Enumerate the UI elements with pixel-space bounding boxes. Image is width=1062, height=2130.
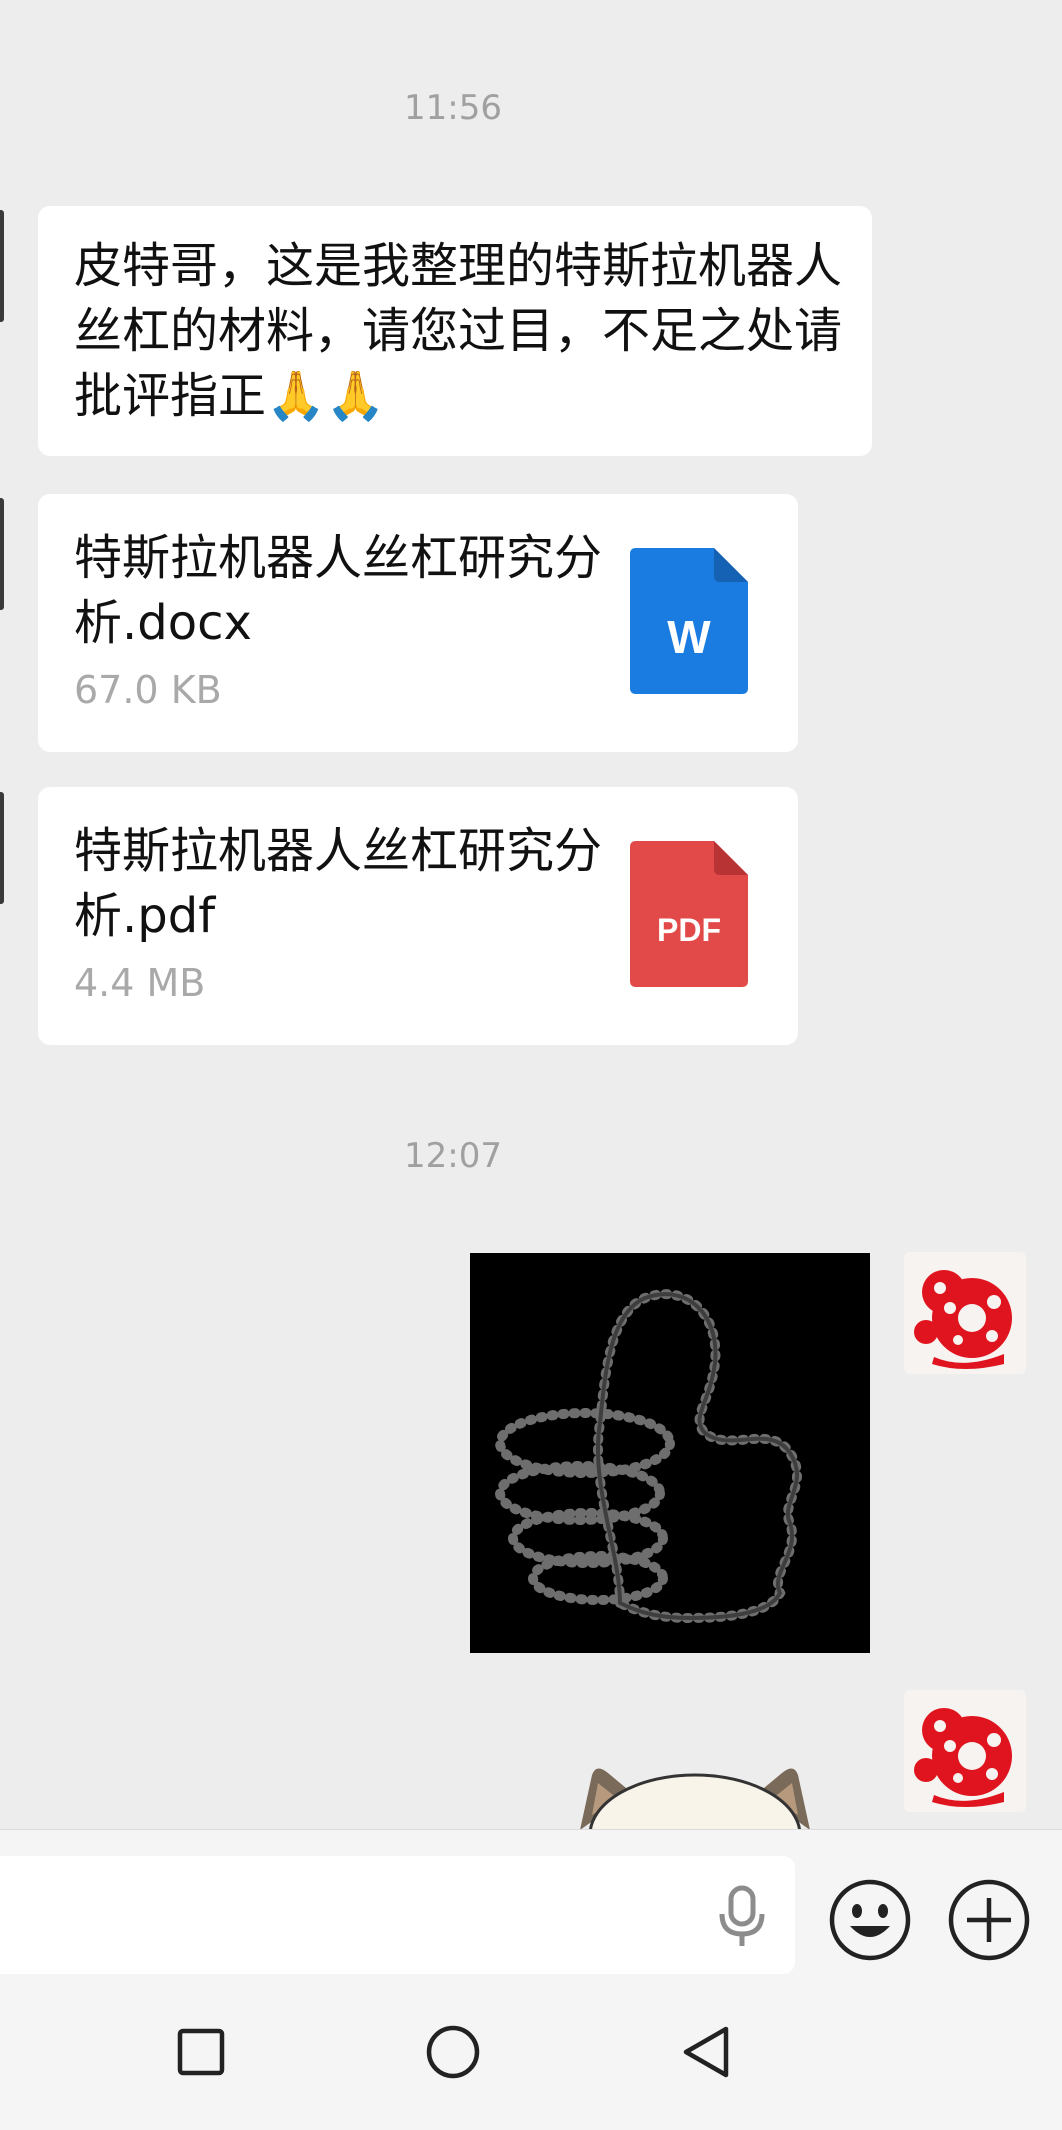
- microphone-icon[interactable]: [712, 1884, 772, 1948]
- contact-avatar[interactable]: [0, 210, 4, 322]
- pdf-file-icon: PDF: [630, 841, 748, 987]
- plus-icon[interactable]: [947, 1878, 1031, 1962]
- sticker-message[interactable]: [570, 1755, 820, 1830]
- file-size: 67.0 KB: [74, 668, 222, 712]
- timestamp: 12:07: [404, 1136, 502, 1176]
- input-bar: [0, 1829, 1062, 1978]
- square-recents-icon[interactable]: [166, 2017, 236, 2087]
- pdf-icon-label: PDF: [657, 912, 721, 948]
- my-avatar[interactable]: [904, 1690, 1026, 1812]
- thumbs-up-icon: [495, 1289, 802, 1624]
- circle-home-icon[interactable]: [418, 2017, 488, 2087]
- image-message-thumbs-up[interactable]: [470, 1253, 870, 1653]
- my-avatar[interactable]: [904, 1252, 1026, 1374]
- word-file-icon: W: [630, 548, 748, 694]
- contact-avatar[interactable]: [0, 498, 4, 610]
- file-name: 特斯拉机器人丝杠研究分析.pdf: [74, 823, 603, 944]
- contact-avatar[interactable]: [0, 792, 4, 904]
- emoji-icon[interactable]: [828, 1878, 912, 1962]
- file-name: 特斯拉机器人丝杠研究分析.docx: [74, 530, 603, 651]
- cat-sticker-icon: [580, 1768, 810, 1830]
- file-message-pdf[interactable]: 特斯拉机器人丝杠研究分析.pdf 4.4 MB PDF: [38, 787, 798, 1045]
- triangle-back-icon[interactable]: [672, 2017, 742, 2087]
- paper-cut-avatar-icon: [914, 1270, 1012, 1369]
- text-message-bubble[interactable]: 皮特哥，这是我整理的特斯拉机器人丝杠的材料，请您过目，不足之处请批评指正🙏🙏: [38, 206, 872, 456]
- paper-cut-avatar-icon: [914, 1708, 1012, 1807]
- file-message-docx[interactable]: 特斯拉机器人丝杠研究分析.docx 67.0 KB W: [38, 494, 798, 752]
- message-text: 皮特哥，这是我整理的特斯拉机器人丝杠的材料，请您过目，不足之处请批评指正🙏🙏: [74, 238, 843, 424]
- message-input[interactable]: [0, 1856, 795, 1974]
- timestamp: 11:56: [404, 88, 502, 128]
- file-size: 4.4 MB: [74, 961, 206, 1005]
- word-icon-label: W: [667, 611, 711, 663]
- system-nav-bar: [0, 1977, 1062, 2130]
